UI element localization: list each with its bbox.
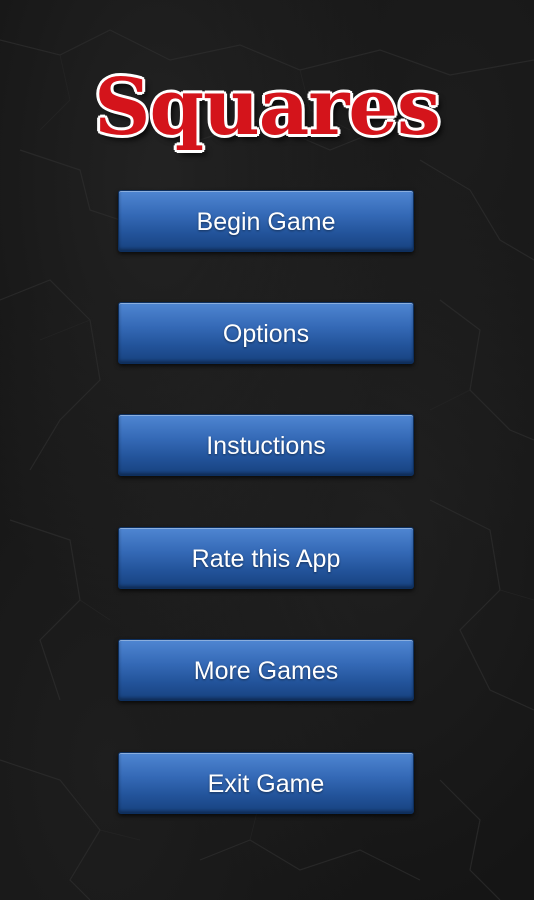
options-button[interactable]: Options [118,302,414,364]
game-logo: Squares [94,62,441,153]
begin-game-button[interactable]: Begin Game [118,190,414,252]
more-games-button[interactable]: More Games [118,639,414,701]
exit-game-button[interactable]: Exit Game [118,752,414,814]
instructions-button[interactable]: Instuctions [118,414,414,476]
rate-app-button[interactable]: Rate this App [118,527,414,589]
